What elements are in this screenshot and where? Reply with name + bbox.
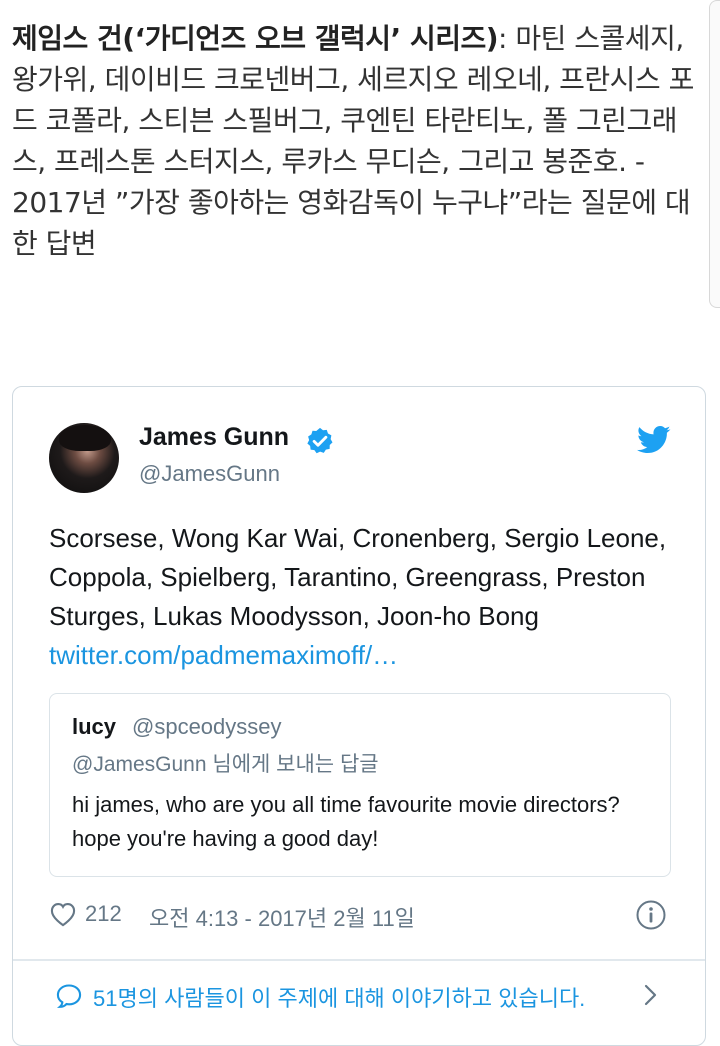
article-body: : 마틴 스콜세지, 왕가위, 데이비드 크로넨버그, 세르지오 레오네, 프란…: [12, 22, 694, 260]
scroll-indicator[interactable]: [709, 0, 720, 308]
article-text: 제임스 건(‘가디언즈 오브 갤럭시’ 시리즈): 마틴 스콜세지, 왕가위, …: [12, 18, 702, 264]
avatar[interactable]: [49, 423, 119, 493]
tweet-display-name[interactable]: James Gunn: [139, 423, 289, 452]
embedded-tweet[interactable]: James Gunn @JamesGunn Scorsese, Wong Kar…: [12, 386, 706, 1046]
tweet-link[interactable]: twitter.com/padmemaximoff/…: [49, 640, 398, 670]
quoted-text: hi james, who are you all time favourite…: [72, 792, 620, 851]
quoted-handle[interactable]: @spceodyssey: [132, 714, 282, 740]
reply-to-label: @JamesGunn 님에게 보내는 답글: [72, 753, 379, 776]
quoted-display-name[interactable]: lucy: [72, 714, 116, 740]
tweet-timestamp[interactable]: 오전 4:13 - 2017년 2월 11일: [149, 901, 415, 933]
tweet-handle[interactable]: @JamesGunn: [139, 461, 280, 487]
info-icon[interactable]: [635, 899, 667, 931]
tweet-meta: 212 오전 4:13 - 2017년 2월 11일: [49, 899, 675, 933]
tweet-text: Scorsese, Wong Kar Wai, Cronenberg, Serg…: [49, 523, 667, 631]
quoted-tweet[interactable]: lucy @spceodyssey @JamesGunn 님에게 보내는 답글 …: [49, 693, 671, 877]
article-heading: 제임스 건(‘가디언즈 오브 갤럭시’ 시리즈): [12, 22, 499, 55]
conversation-link[interactable]: 51명의 사람들이 이 주제에 대해 이야기하고 있습니다.: [13, 961, 705, 1031]
twitter-bird-icon[interactable]: [637, 425, 671, 455]
speech-bubble-icon: [56, 984, 82, 1008]
verified-badge-icon: [307, 427, 333, 454]
chevron-right-icon[interactable]: [643, 983, 659, 1007]
tweet-body: Scorsese, Wong Kar Wai, Cronenberg, Serg…: [49, 519, 679, 675]
like-count[interactable]: 212: [85, 901, 122, 927]
conversation-label[interactable]: 51명의 사람들이 이 주제에 대해 이야기하고 있습니다.: [93, 981, 585, 1013]
heart-icon[interactable]: [49, 901, 77, 927]
